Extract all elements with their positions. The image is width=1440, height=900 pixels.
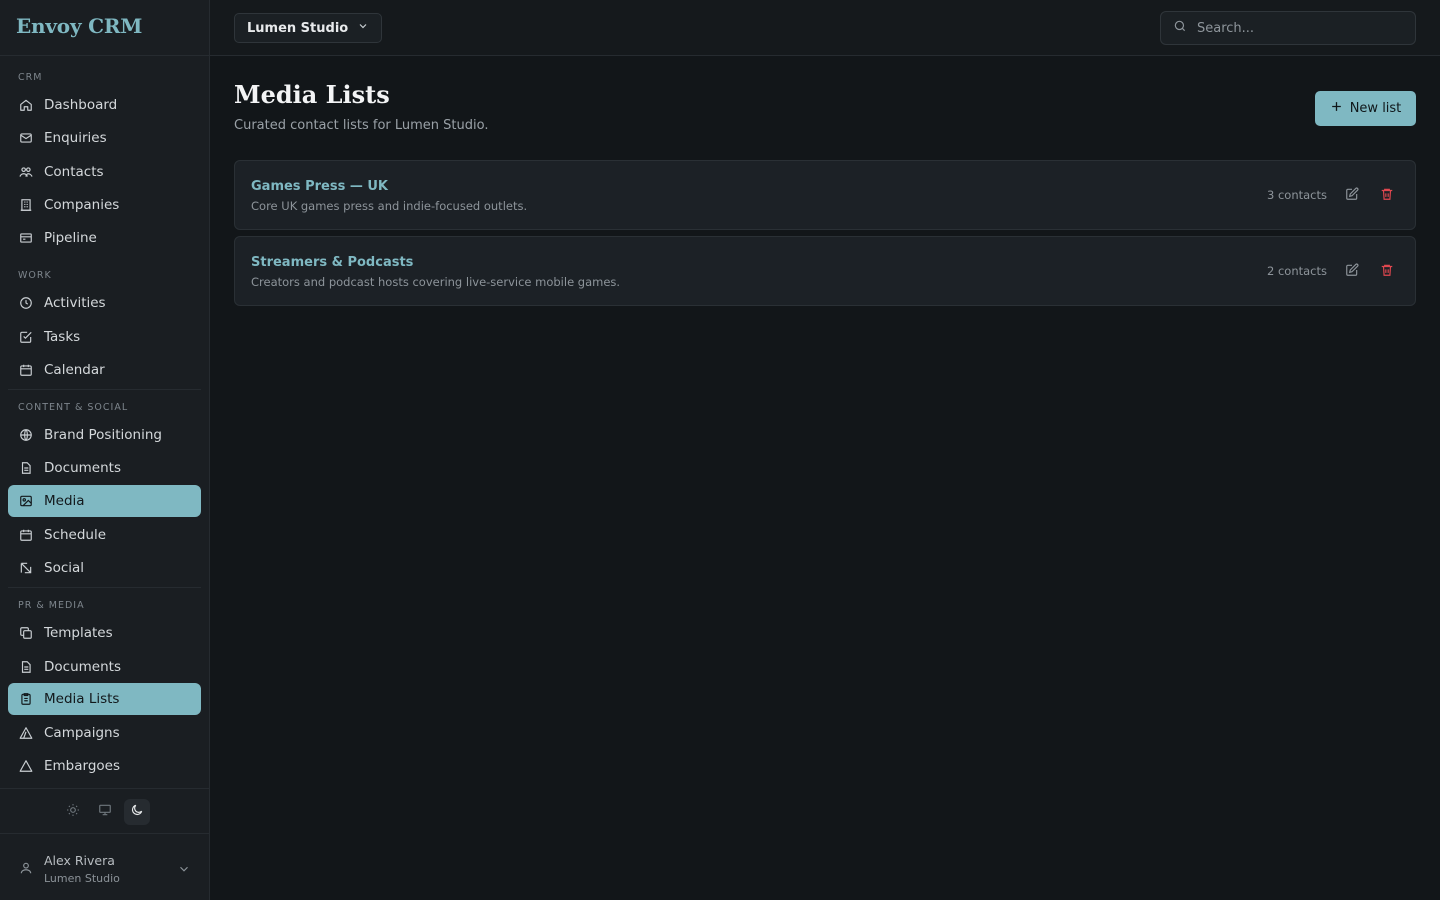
section-label-work: WORK: [18, 270, 52, 281]
sidebar-item-label: Tasks: [44, 329, 81, 345]
sidebar-item-label: Campaigns: [44, 725, 120, 741]
sidebar-item-contacts[interactable]: Contacts: [8, 156, 201, 188]
sidebar-item-label: Schedule: [44, 527, 107, 543]
plus-icon: [1330, 100, 1343, 117]
mail-icon: [19, 131, 33, 145]
sidebar-item-label: Brand Positioning: [44, 427, 162, 443]
user-icon: [19, 861, 33, 875]
section-label-pr-media: PR & MEDIA: [18, 600, 85, 611]
chevron-down-icon: [177, 862, 191, 876]
sidebar-item-media[interactable]: Media: [8, 485, 201, 517]
sidebar-item-embargoes[interactable]: Embargoes: [8, 750, 201, 782]
brand-logo[interactable]: Envoy CRM: [16, 14, 142, 38]
list-title[interactable]: Games Press — UK: [251, 179, 388, 194]
sidebar-item-documents[interactable]: Documents: [8, 452, 201, 484]
search-icon: [1173, 19, 1197, 37]
section-label-crm: CRM: [18, 72, 43, 83]
sidebar-item-label: Dashboard: [44, 97, 118, 113]
media-list-card[interactable]: Streamers & Podcasts Creators and podcas…: [234, 236, 1416, 306]
section-divider: [8, 389, 201, 390]
page-subtitle: Curated contact lists for Lumen Studio.: [234, 118, 489, 133]
pipeline-icon: [19, 231, 33, 245]
list-description: Core UK games press and indie-focused ou…: [251, 199, 528, 213]
workspace-switcher[interactable]: Lumen Studio: [234, 13, 383, 43]
sidebar-item-label: Calendar: [44, 362, 105, 378]
dark-theme-button[interactable]: [124, 799, 150, 825]
sidebar-item-social[interactable]: Social: [8, 552, 201, 584]
checkbox-icon: [19, 330, 33, 344]
warning-icon: [19, 759, 33, 773]
media-list-card[interactable]: Games Press — UK Core UK games press and…: [234, 160, 1416, 230]
edit-icon[interactable]: [1345, 263, 1359, 277]
trash-icon[interactable]: [1380, 187, 1394, 201]
copy-icon: [19, 626, 33, 640]
sidebar-item-label: Enquiries: [44, 130, 107, 146]
light-theme-button[interactable]: [60, 799, 86, 825]
sidebar-item-label: Embargoes: [44, 758, 121, 774]
home-icon: [19, 98, 33, 112]
user-menu[interactable]: Alex Rivera Lumen Studio: [0, 836, 209, 900]
new-list-label: New list: [1349, 101, 1402, 116]
brand-divider: [0, 55, 209, 56]
user-name: Alex Rivera: [44, 853, 115, 868]
sidebar: Envoy CRM CRM Dashboard Enquiries Contac…: [0, 0, 210, 900]
sidebar-item-label: Media Lists: [44, 691, 120, 707]
sidebar-item-schedule[interactable]: Schedule: [8, 519, 201, 551]
sidebar-item-campaigns[interactable]: Campaigns: [8, 717, 201, 749]
sidebar-item-companies[interactable]: Companies: [8, 189, 201, 221]
sidebar-item-label: Documents: [44, 659, 121, 675]
trash-icon[interactable]: [1380, 263, 1394, 277]
user-org: Lumen Studio: [44, 872, 120, 885]
sidebar-item-label: Pipeline: [44, 230, 97, 246]
calendar-icon: [19, 363, 33, 377]
contact-count: 3 contacts: [1267, 188, 1327, 202]
send-icon: [19, 561, 33, 575]
sidebar-item-pr-documents[interactable]: Documents: [8, 651, 201, 683]
sidebar-item-media-lists[interactable]: Media Lists: [8, 683, 201, 715]
sidebar-item-activities[interactable]: Activities: [8, 287, 201, 319]
search-box[interactable]: [1160, 11, 1416, 45]
workspace-name: Lumen Studio: [247, 20, 349, 36]
contacts-icon: [19, 165, 33, 179]
top-bar: Lumen Studio: [210, 0, 1440, 56]
moon-icon: [130, 803, 144, 821]
clipboard-icon: [19, 692, 33, 706]
sidebar-item-label: Templates: [44, 625, 113, 641]
page-title: Media Lists: [234, 80, 390, 109]
sidebar-item-dashboard[interactable]: Dashboard: [8, 89, 201, 121]
section-divider: [8, 587, 201, 588]
document-icon: [19, 660, 33, 674]
sidebar-item-label: Contacts: [44, 164, 104, 180]
sidebar-item-pipeline[interactable]: Pipeline: [8, 222, 201, 254]
list-description: Creators and podcast hosts covering live…: [251, 275, 621, 289]
list-title[interactable]: Streamers & Podcasts: [251, 255, 413, 270]
building-icon: [19, 198, 33, 212]
image-icon: [19, 494, 33, 508]
sidebar-item-brand-positioning[interactable]: Brand Positioning: [8, 419, 201, 451]
sidebar-item-label: Documents: [44, 460, 121, 476]
theme-switcher: [0, 788, 209, 834]
edit-icon[interactable]: [1345, 187, 1359, 201]
monitor-icon: [98, 803, 112, 821]
contact-count: 2 contacts: [1267, 264, 1327, 278]
sidebar-item-enquiries[interactable]: Enquiries: [8, 122, 201, 154]
new-list-button[interactable]: New list: [1315, 91, 1416, 126]
sidebar-item-label: Activities: [44, 295, 106, 311]
sidebar-item-calendar[interactable]: Calendar: [8, 354, 201, 386]
document-icon: [19, 461, 33, 475]
globe-icon: [19, 428, 33, 442]
sidebar-item-label: Companies: [44, 197, 120, 213]
sidebar-item-label: Social: [44, 560, 85, 576]
system-theme-button[interactable]: [92, 799, 118, 825]
sidebar-item-label: Media: [44, 493, 85, 509]
section-label-content-social: CONTENT & SOCIAL: [18, 402, 129, 413]
triangle-icon: [19, 726, 33, 740]
sidebar-item-templates[interactable]: Templates: [8, 617, 201, 649]
sun-icon: [66, 803, 80, 821]
calendar-icon: [19, 528, 33, 542]
sidebar-item-tasks[interactable]: Tasks: [8, 321, 201, 353]
search-input[interactable]: [1197, 20, 1397, 36]
clock-icon: [19, 296, 33, 310]
chevron-down-icon: [357, 20, 369, 36]
